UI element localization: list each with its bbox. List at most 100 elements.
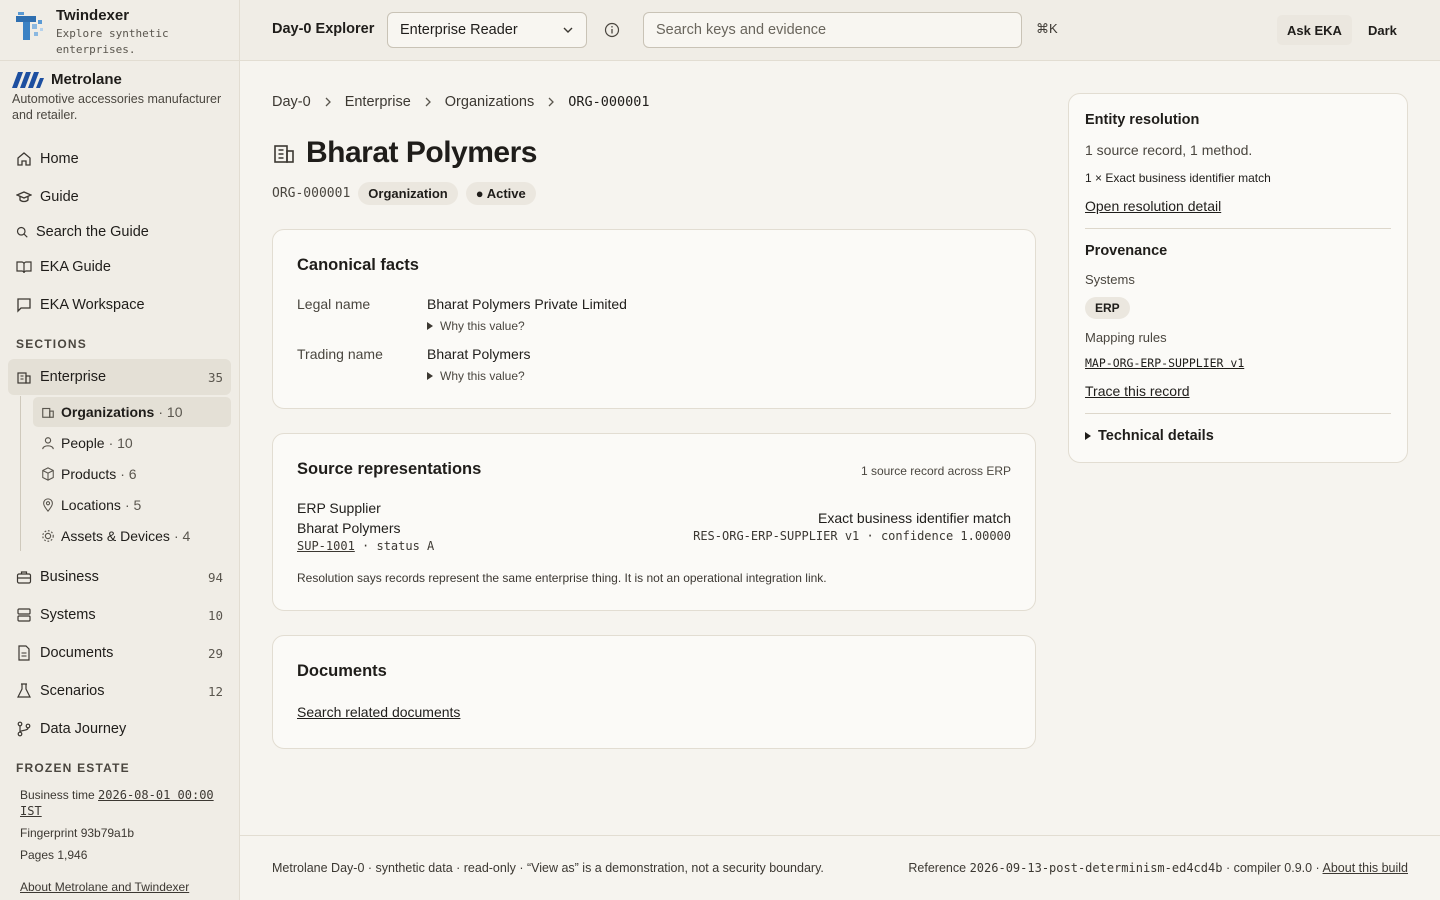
subnav-locations-count: · 5 (124, 497, 142, 513)
breadcrumb-current: ORG-000001 (568, 94, 650, 110)
trace-record-link[interactable]: Trace this record (1085, 383, 1190, 399)
fingerprint: Fingerprint 93b79a1b (20, 826, 135, 840)
entity-meta: ORG-000001 Organization ● Active (272, 182, 536, 205)
chevron-right-icon (325, 97, 331, 107)
subnav-products-label: Products (61, 466, 117, 482)
subnav-people-label: People (61, 435, 105, 451)
page-title: Bharat Polymers (306, 136, 537, 169)
search-input[interactable]: Search keys and evidence (643, 12, 1022, 48)
subnav-organizations[interactable]: Organizations · 10 (33, 397, 231, 427)
chevron-down-icon (563, 27, 573, 33)
brand-header[interactable]: Twindexer Explore synthetic enterprises. (0, 0, 239, 61)
open-resolution-link[interactable]: Open resolution detail (1085, 198, 1221, 214)
role-select[interactable]: Enterprise Reader (387, 12, 587, 48)
nav-home[interactable]: Home (8, 141, 231, 177)
flask-icon (17, 683, 31, 698)
divider (1085, 413, 1391, 414)
book-open-icon (16, 261, 32, 274)
source-representations-card: Source representations 1 source record a… (272, 433, 1036, 611)
about-link[interactable]: About Metrolane and Twindexer (20, 879, 230, 895)
info-icon[interactable] (604, 22, 620, 38)
about-build-link[interactable]: About this build (1323, 861, 1408, 875)
nav-systems[interactable]: Systems 10 (8, 597, 231, 633)
technical-details-toggle[interactable]: Technical details (1085, 428, 1214, 444)
graduation-cap-icon (16, 191, 32, 203)
nav-eka-guide-label: EKA Guide (40, 259, 111, 275)
subnav-locations[interactable]: Locations · 5 (33, 490, 231, 520)
nav-scenarios[interactable]: Scenarios 12 (8, 673, 231, 709)
nav-search-guide[interactable]: Search the Guide (8, 214, 231, 250)
nav-enterprise[interactable]: Enterprise 35 (8, 359, 231, 395)
subnav-assets-devices[interactable]: Assets & Devices · 4 (33, 521, 231, 551)
source-summary: 1 source record across ERP (860, 464, 1011, 478)
systems-label: Systems (1085, 272, 1135, 287)
nav-systems-label: Systems (40, 607, 96, 623)
package-icon (42, 467, 54, 481)
frozen-estate-label: FROZEN ESTATE (16, 761, 130, 775)
briefcase-icon (16, 571, 32, 584)
subnav-locations-label: Locations (61, 497, 121, 513)
why-value-toggle[interactable]: Why this value? (427, 319, 525, 333)
breadcrumb-enterprise[interactable]: Enterprise (345, 94, 411, 110)
building-icon (17, 372, 31, 384)
entity-type-badge: Organization (358, 182, 458, 205)
source-record-status: · status A (362, 539, 435, 553)
breadcrumb-day0[interactable]: Day-0 (272, 94, 311, 110)
sections-label: SECTIONS (16, 337, 87, 351)
resolution-summary: 1 source record, 1 method. (1085, 142, 1253, 158)
page-title-row: Bharat Polymers (272, 136, 537, 170)
subnav-guide-line (20, 396, 21, 551)
status-badge: ● Active (465, 182, 536, 205)
source-record-key-link[interactable]: SUP-1001 (297, 539, 355, 553)
source-representations-heading: Source representations (297, 460, 482, 478)
brand-tagline: Explore synthetic enterprises. (56, 27, 169, 56)
nav-eka-workspace-label: EKA Workspace (40, 297, 145, 313)
nav-eka-workspace[interactable]: EKA Workspace (8, 287, 231, 323)
footer-build-info: Reference 2026-09-13-post-determinism-ed… (908, 861, 1408, 875)
canonical-facts-heading: Canonical facts (297, 256, 419, 274)
subnav-organizations-count: · 10 (158, 404, 183, 420)
twindexer-logo-icon (16, 12, 43, 40)
entity-side-panel: Entity resolution 1 source record, 1 met… (1068, 93, 1408, 463)
nav-scenarios-label: Scenarios (40, 683, 105, 699)
nav-scenarios-count: 12 (207, 683, 223, 699)
documents-heading: Documents (297, 662, 387, 680)
nav-systems-count: 10 (207, 607, 223, 623)
mapping-rule-link[interactable]: MAP-ORG-ERP-SUPPLIER v1 (1085, 356, 1244, 370)
nav-business[interactable]: Business 94 (8, 559, 231, 595)
nav-data-journey[interactable]: Data Journey (8, 711, 231, 747)
footer-reference: 2026-09-13-post-determinism-ed4cd4b (969, 861, 1223, 875)
search-placeholder: Search keys and evidence (656, 22, 827, 38)
business-time: Business time 2026-08-01 00:00 IST (20, 787, 230, 819)
footer-disclaimer: Metrolane Day-0 · synthetic data · read-… (272, 861, 824, 875)
nav-business-label: Business (40, 569, 99, 585)
building-icon (42, 407, 54, 418)
nav-business-count: 94 (207, 569, 223, 585)
map-pin-icon (43, 498, 53, 512)
breadcrumb-organizations[interactable]: Organizations (445, 94, 534, 110)
subnav-products[interactable]: Products · 6 (33, 459, 231, 489)
subnav-organizations-label: Organizations (61, 404, 155, 420)
ask-eka-button[interactable]: Ask EKA (1277, 15, 1352, 45)
nav-guide[interactable]: Guide (8, 179, 231, 215)
nav-data-journey-label: Data Journey (40, 721, 127, 737)
mapping-rules-label: Mapping rules (1085, 330, 1167, 345)
shortcut-hint: ⌘K (1036, 21, 1058, 36)
nav-search-guide-label: Search the Guide (36, 224, 149, 240)
disclosure-triangle-icon (427, 372, 433, 380)
disclosure-triangle-icon (1085, 432, 1091, 440)
subnav-people-count: · 10 (108, 435, 133, 451)
nav-documents[interactable]: Documents 29 (8, 635, 231, 671)
why-value-toggle[interactable]: Why this value? (427, 369, 525, 383)
why-value-label: Why this value? (440, 319, 525, 333)
footer-compiler: · compiler 0.9.0 · (1225, 861, 1320, 875)
nav-guide-label: Guide (40, 189, 79, 205)
metrolane-logo-icon (12, 71, 44, 88)
source-record-key-row: SUP-1001 · status A (297, 539, 434, 553)
nav-documents-label: Documents (40, 645, 114, 661)
subnav-people[interactable]: People · 10 (33, 428, 231, 458)
search-documents-link[interactable]: Search related documents (297, 704, 460, 720)
nav-eka-guide[interactable]: EKA Guide (8, 249, 231, 285)
page-footer: Metrolane Day-0 · synthetic data · read-… (240, 835, 1440, 900)
theme-toggle-button[interactable]: Dark (1358, 15, 1407, 45)
